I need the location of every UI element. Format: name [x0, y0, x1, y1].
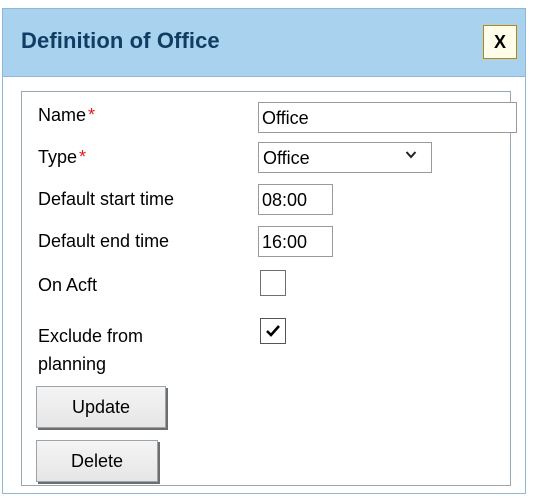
default-start-time-label: Default start time [38, 189, 175, 209]
name-required-mark: * [88, 105, 96, 125]
dialog-titlebar: Definition of Office X [3, 9, 525, 77]
on-acft-checkbox[interactable] [260, 270, 286, 296]
name-label-text: Name [38, 105, 87, 125]
exclude-from-planning-label-line2: planning [38, 354, 107, 374]
delete-button[interactable]: Delete [36, 440, 158, 482]
on-acft-label: On Acft [38, 275, 98, 295]
default-end-time-input[interactable]: 16:00 [258, 226, 333, 257]
exclude-from-planning-label: Exclude from planning [38, 322, 143, 378]
close-button[interactable]: X [483, 25, 517, 59]
type-label-text: Type [38, 147, 78, 167]
type-required-mark: * [79, 147, 87, 167]
update-button[interactable]: Update [36, 386, 166, 428]
form-panel: Name * Office Type * Office Default start … [21, 91, 517, 486]
chevron-down-icon [405, 151, 417, 159]
definition-dialog: Definition of Office X Name * Office Type… [2, 8, 526, 494]
type-select-value: Office [263, 148, 310, 168]
dialog-title: Definition of Office [21, 28, 220, 53]
name-input[interactable]: Office [258, 102, 517, 133]
type-select[interactable]: Office [258, 142, 432, 173]
checkmark-icon [266, 325, 280, 337]
name-label: Name * [38, 104, 95, 126]
exclude-from-planning-label-line1: Exclude from [38, 326, 144, 346]
type-label: Type * [38, 146, 86, 168]
default-start-time-input[interactable]: 08:00 [258, 184, 333, 215]
exclude-from-planning-checkbox[interactable] [260, 318, 286, 344]
default-end-time-label: Default end time [38, 231, 170, 251]
